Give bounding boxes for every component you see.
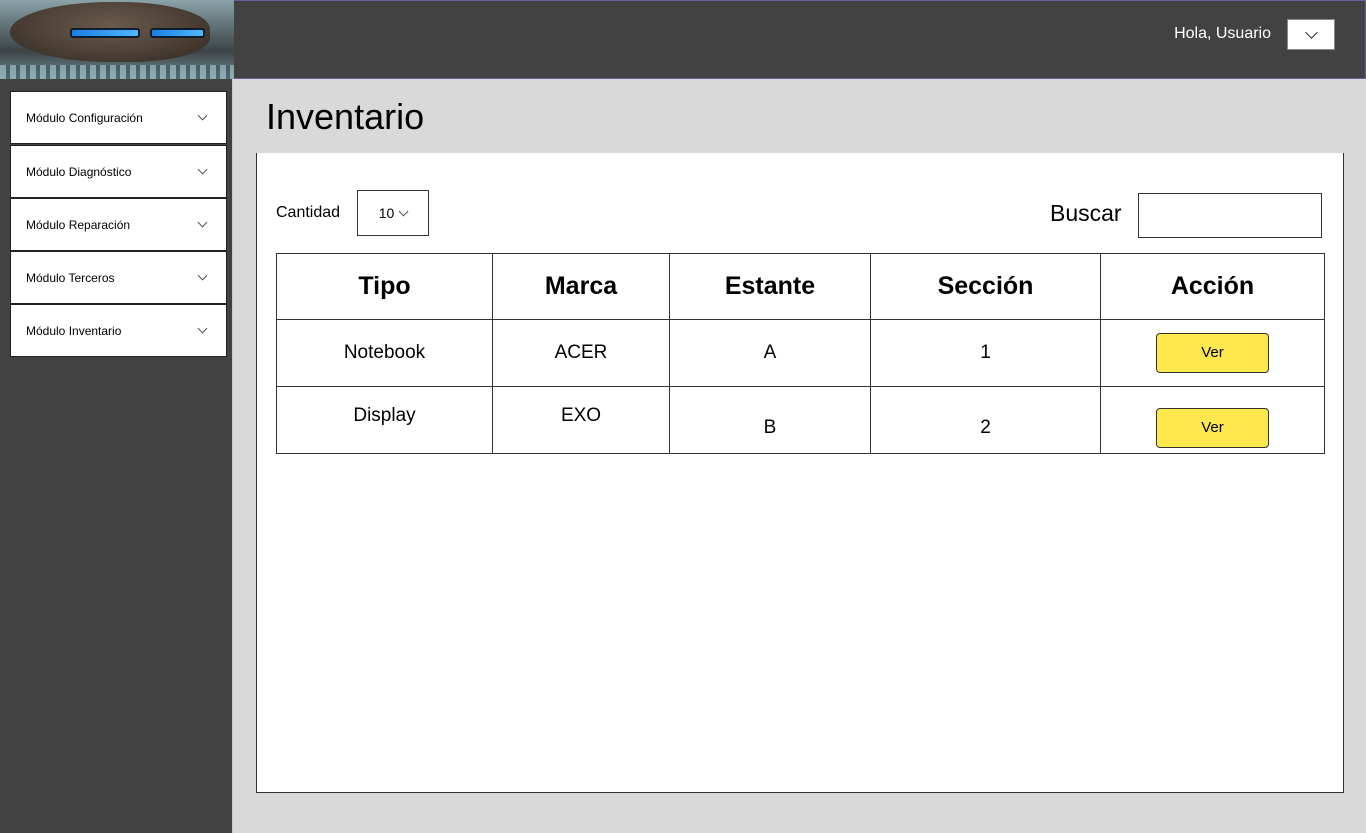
sidebar-item-label: Módulo Diagnóstico <box>26 164 132 179</box>
cell-tipo: Notebook <box>276 319 493 387</box>
chevron-down-icon <box>197 110 208 121</box>
sidebar-item-label: Módulo Terceros <box>26 270 115 285</box>
chevron-down-icon <box>1304 26 1318 39</box>
sidebar-item-reparacion[interactable]: Módulo Reparación <box>10 198 227 251</box>
cell-tipo: Display <box>276 386 493 454</box>
sidebar-item-configuracion[interactable]: Módulo Configuración <box>10 91 227 144</box>
inventory-table: Tipo Marca Estante Sección Acción Notebo… <box>276 253 1325 454</box>
quantity-select[interactable]: 10 <box>357 190 429 236</box>
cell-marca: EXO <box>492 386 670 454</box>
sidebar-item-label: Módulo Inventario <box>26 323 122 338</box>
cell-seccion: 2 <box>870 386 1101 454</box>
chevron-down-icon <box>197 323 208 334</box>
chevron-down-icon <box>398 206 409 216</box>
table-header-row: Tipo Marca Estante Sección Acción <box>276 253 1325 320</box>
sidebar: Módulo Configuración Módulo Diagnóstico … <box>0 79 233 833</box>
sidebar-item-terceros[interactable]: Módulo Terceros <box>10 251 227 304</box>
logo-water <box>0 65 234 79</box>
page-title: Inventario <box>266 96 425 137</box>
cell-seccion: 1 <box>870 319 1101 387</box>
chevron-down-icon <box>197 270 208 281</box>
user-greeting: Hola, Usuario <box>1174 25 1271 42</box>
user-menu-dropdown[interactable] <box>1287 19 1335 50</box>
table-row: Notebook ACER A 1 Ver <box>276 319 1325 387</box>
cell-estante: B <box>669 386 871 454</box>
search-label: Buscar <box>1050 200 1122 226</box>
ver-button[interactable]: Ver <box>1156 408 1269 448</box>
quantity-label: Cantidad <box>276 204 341 221</box>
top-bar: Hola, Usuario <box>234 0 1366 79</box>
app-logo <box>0 0 234 79</box>
chevron-down-icon <box>197 217 208 228</box>
header-marca: Marca <box>492 253 670 320</box>
sunglasses-left <box>70 28 140 38</box>
sidebar-item-label: Módulo Reparación <box>26 217 131 232</box>
header-accion: Acción <box>1100 253 1325 320</box>
header-tipo: Tipo <box>276 253 493 320</box>
ver-button[interactable]: Ver <box>1156 333 1269 373</box>
quantity-value: 10 <box>378 205 395 221</box>
content-panel <box>256 153 1344 793</box>
sidebar-item-label: Módulo Configuración <box>26 110 143 125</box>
cell-marca: ACER <box>492 319 670 387</box>
chevron-down-icon <box>197 164 208 175</box>
table-row: Display EXO B 2 Ver <box>276 386 1325 454</box>
cell-accion: Ver <box>1100 386 1325 454</box>
sidebar-item-inventario[interactable]: Módulo Inventario <box>10 304 227 357</box>
search-input[interactable] <box>1138 193 1322 238</box>
cell-estante: A <box>669 319 871 387</box>
cell-accion: Ver <box>1100 319 1325 387</box>
header-seccion: Sección <box>870 253 1101 320</box>
header-estante: Estante <box>669 253 871 320</box>
sunglasses-right <box>150 28 205 38</box>
sidebar-item-diagnostico[interactable]: Módulo Diagnóstico <box>10 145 227 198</box>
